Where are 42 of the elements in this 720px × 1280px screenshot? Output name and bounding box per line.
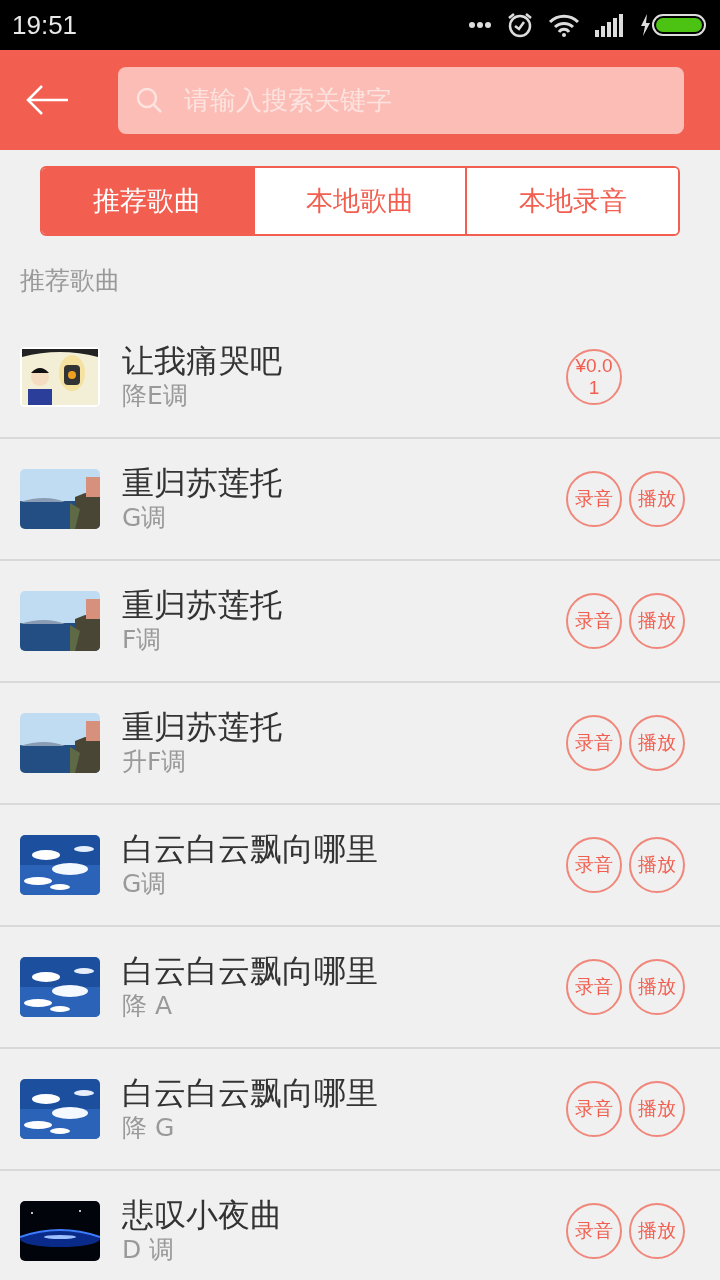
back-arrow-icon[interactable] (26, 85, 68, 115)
alarm-icon (506, 11, 534, 39)
more-dots-icon (468, 21, 492, 29)
section-title: 推荐歌曲 (20, 265, 121, 297)
song-key: 降E调 (122, 380, 544, 412)
action-button[interactable]: 播放 (629, 1203, 685, 1259)
song-title: 重归苏莲托 (122, 464, 283, 502)
song-title: 让我痛哭吧 (122, 342, 283, 380)
clock-time: 19:51 (12, 9, 78, 41)
action-button[interactable]: 播放 (629, 471, 685, 527)
song-title: 重归苏莲托 (122, 586, 283, 624)
song-key: 降 G (122, 1112, 544, 1144)
tab[interactable]: 本地录音 (465, 168, 678, 234)
song-title: 白云白云飘向哪里 (122, 1074, 379, 1112)
song-key: 降 A (122, 990, 544, 1022)
song-key: G调 (122, 868, 544, 900)
action-button[interactable]: 播放 (629, 959, 685, 1015)
action-button[interactable]: 播放 (629, 715, 685, 771)
action-button[interactable]: 播放 (629, 593, 685, 649)
song-key: G调 (122, 502, 544, 534)
action-button[interactable]: 录音 (566, 593, 622, 649)
action-button[interactable]: 播放 (629, 1081, 685, 1137)
song-key: 升F调 (122, 746, 544, 778)
song-title: 白云白云飘向哪里 (122, 830, 379, 868)
song-key: F调 (122, 624, 544, 656)
price-badge: ¥0.01 (566, 349, 622, 405)
action-button[interactable]: 录音 (566, 1203, 622, 1259)
action-button[interactable]: 录音 (566, 1081, 622, 1137)
wifi-icon (548, 13, 580, 37)
tab[interactable]: 推荐歌曲 (42, 168, 253, 234)
battery-icon (638, 13, 708, 37)
song-title: 白云白云飘向哪里 (122, 952, 379, 990)
action-button[interactable]: 录音 (566, 837, 622, 893)
action-button[interactable]: 录音 (566, 715, 622, 771)
song-title: 重归苏莲托 (122, 708, 283, 746)
action-button[interactable]: 录音 (566, 471, 622, 527)
action-button[interactable]: 播放 (629, 837, 685, 893)
song-key: D 调 (122, 1234, 544, 1266)
search-icon (136, 86, 162, 113)
song-title: 悲叹小夜曲 (122, 1196, 283, 1234)
action-button[interactable]: 录音 (566, 959, 622, 1015)
signal-icon (594, 13, 624, 37)
